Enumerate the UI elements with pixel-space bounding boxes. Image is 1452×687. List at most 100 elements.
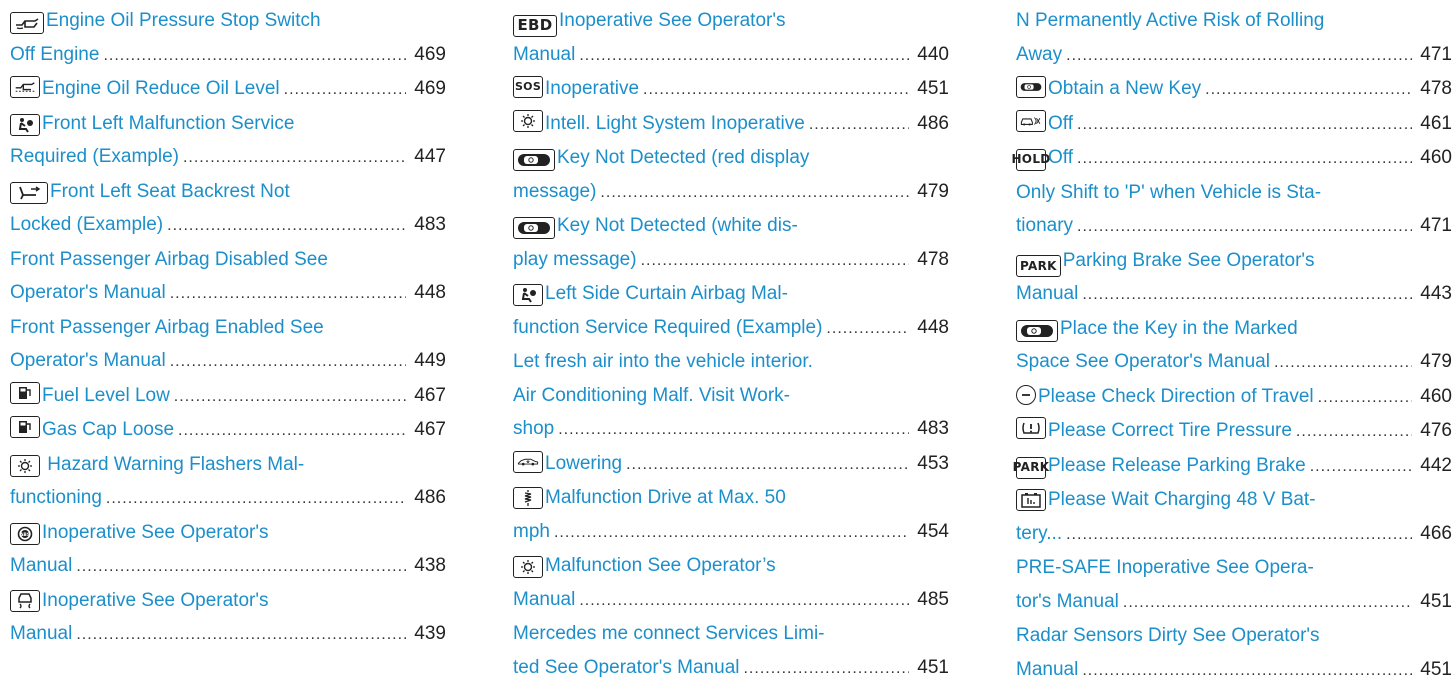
page-number[interactable]: 442 bbox=[1418, 449, 1452, 483]
page-number[interactable]: 451 bbox=[1418, 653, 1452, 687]
index-entry[interactable]: Only Shift to 'P' when Vehicle is Sta-ti… bbox=[1016, 176, 1452, 244]
entry-label: Front Passenger Airbag Enabled See bbox=[10, 316, 324, 338]
fuel-pump-icon bbox=[10, 416, 40, 438]
index-entry[interactable]: SOSInoperative 451 bbox=[513, 72, 949, 107]
page-number[interactable]: 454 bbox=[915, 515, 949, 549]
page-number[interactable]: 478 bbox=[915, 243, 949, 277]
index-entry[interactable]: Please Check Direction of Travel 460 bbox=[1016, 380, 1452, 415]
index-entry[interactable]: Please Wait Charging 48 V Bat-tery... 466 bbox=[1016, 483, 1452, 551]
page-number[interactable]: 451 bbox=[1418, 585, 1452, 619]
index-entry[interactable]: Gas Cap Loose 467 bbox=[10, 413, 446, 448]
index-entry[interactable]: Hazard Warning Flashers Mal-functioning 4… bbox=[10, 448, 446, 516]
index-entry[interactable]: Front Left Seat Backrest Not Locked (Exam… bbox=[10, 175, 446, 243]
lowering-car-icon bbox=[513, 450, 543, 473]
page-number[interactable]: 447 bbox=[412, 140, 446, 174]
index-entry[interactable]: EBDInoperative See Operator's Manual 440 bbox=[513, 4, 949, 72]
entry-label: Front Left Malfunction Service bbox=[42, 112, 295, 134]
page-number[interactable]: 467 bbox=[412, 379, 446, 413]
index-entry[interactable]: Lowering 453 bbox=[513, 447, 949, 482]
page-number[interactable]: 476 bbox=[1418, 414, 1452, 448]
entry-label: Malfunction See Operator’s bbox=[545, 555, 776, 576]
airbag-icon bbox=[10, 113, 40, 136]
page-number[interactable]: 483 bbox=[915, 412, 949, 446]
index-entry[interactable]: Engine Oil Pressure Stop Switch Off Engin… bbox=[10, 4, 446, 72]
page-number[interactable]: 469 bbox=[412, 38, 446, 72]
index-entry[interactable]: Front Passenger Airbag Disabled See Opera… bbox=[10, 243, 446, 311]
dot-leader bbox=[643, 73, 909, 107]
light-bulb-icon bbox=[10, 454, 40, 477]
index-entry[interactable]: Key Not Detected (white dis-play message… bbox=[513, 209, 949, 277]
entry-label: Off bbox=[1048, 112, 1073, 134]
dot-leader bbox=[1082, 654, 1412, 687]
index-column-1: Engine Oil Pressure Stop Switch Off Engin… bbox=[10, 4, 446, 652]
index-entry[interactable]: Key Not Detected (red display message) 479 bbox=[513, 141, 949, 209]
page-number[interactable]: 451 bbox=[915, 651, 949, 685]
entry-label: Required (Example) bbox=[10, 146, 179, 167]
key-icon bbox=[513, 217, 555, 239]
entry-label: Obtain a New Key bbox=[1048, 78, 1202, 99]
page-number[interactable]: 448 bbox=[915, 311, 949, 345]
page-number[interactable]: 461 bbox=[1418, 107, 1452, 141]
entry-label: Key Not Detected (red display bbox=[557, 147, 810, 168]
index-entry[interactable]: Mercedes me connect Services Limi-ted Se… bbox=[513, 617, 949, 685]
page-number[interactable]: 467 bbox=[412, 413, 446, 447]
page-number[interactable]: 478 bbox=[1418, 72, 1452, 106]
index-entry[interactable]: Please Correct Tire Pressure 476 bbox=[1016, 414, 1452, 449]
index-entry[interactable]: PARKParking Brake See Operator's Manual 44… bbox=[1016, 244, 1452, 312]
page-number[interactable]: 451 bbox=[915, 72, 949, 106]
page-number[interactable]: 471 bbox=[1418, 209, 1452, 243]
page-number[interactable]: 460 bbox=[1418, 141, 1452, 175]
entry-label: Front Left Seat Backrest Not bbox=[50, 180, 290, 202]
entry-label: Front Passenger Airbag Disabled See bbox=[10, 248, 328, 270]
index-entry[interactable]: Front Left Malfunction Service Required (… bbox=[10, 107, 446, 175]
svg-text:ABS: ABS bbox=[20, 532, 30, 538]
index-entry[interactable]: ABS Inoperative See Operator's Manual 438 bbox=[10, 516, 446, 584]
dot-leader bbox=[826, 312, 909, 346]
dot-leader bbox=[1318, 381, 1412, 415]
index-entry[interactable]: Left Side Curtain Airbag Mal-function Se… bbox=[513, 277, 949, 345]
page-number[interactable]: 479 bbox=[1418, 345, 1452, 379]
index-entry[interactable]: Radar Sensors Dirty See Operator's Manual… bbox=[1016, 619, 1452, 687]
dot-leader bbox=[1077, 108, 1412, 142]
index-entry[interactable]: Off 461 bbox=[1016, 107, 1452, 142]
dot-leader bbox=[554, 516, 909, 550]
page-number[interactable]: 440 bbox=[915, 38, 949, 72]
car-off-icon bbox=[1016, 109, 1046, 132]
index-entry[interactable]: PARKPlease Release Parking Brake 442 bbox=[1013, 449, 1452, 484]
page-number[interactable]: 485 bbox=[915, 583, 949, 617]
index-entry[interactable]: Intell. Light System Inoperative 486 bbox=[513, 107, 949, 142]
light-bulb-icon bbox=[513, 556, 543, 578]
page-number[interactable]: 479 bbox=[915, 175, 949, 209]
index-entry[interactable]: N Permanently Active Risk of Rolling Away… bbox=[1016, 4, 1452, 72]
index-entry[interactable]: HOLDOff 460 bbox=[1011, 141, 1452, 176]
index-entry[interactable]: Malfunction See Operator’s Manual 485 bbox=[513, 549, 949, 617]
index-entry[interactable]: Fuel Level Low 467 bbox=[10, 379, 446, 414]
page-number[interactable]: 483 bbox=[412, 208, 446, 242]
page-number[interactable]: 460 bbox=[1418, 380, 1452, 414]
index-entry[interactable]: Malfunction Drive at Max. 50 mph 454 bbox=[513, 481, 949, 549]
page-number[interactable]: 443 bbox=[1418, 277, 1452, 311]
index-entry[interactable]: Let fresh air into the vehicle interior.… bbox=[513, 345, 949, 447]
index-entry[interactable]: Place the Key in the Marked Space See Ope… bbox=[1016, 312, 1452, 380]
index-entry[interactable]: PRE-SAFE Inoperative See Opera-tor's Man… bbox=[1016, 551, 1452, 619]
oil-pressure-icon bbox=[10, 12, 44, 34]
page-number[interactable]: 466 bbox=[1418, 517, 1452, 551]
page-number[interactable]: 449 bbox=[412, 344, 446, 378]
entry-label: Fuel Level Low bbox=[42, 384, 170, 406]
page-number[interactable]: 453 bbox=[915, 447, 949, 481]
page-number[interactable]: 439 bbox=[412, 617, 446, 651]
page-number[interactable]: 448 bbox=[412, 276, 446, 310]
page-number[interactable]: 469 bbox=[412, 72, 446, 106]
key-icon bbox=[513, 149, 555, 171]
index-entry[interactable]: Inoperative See Operator's Manual 439 bbox=[10, 584, 446, 652]
page-number[interactable]: 486 bbox=[915, 107, 949, 141]
entry-label: Please Wait Charging 48 V Bat- bbox=[1048, 489, 1316, 511]
page-number[interactable]: 486 bbox=[412, 481, 446, 515]
entry-label: function Service Required (Example) bbox=[513, 316, 823, 338]
index-entry[interactable]: Front Passenger Airbag Enabled See Operat… bbox=[10, 311, 446, 379]
entry-label: tor's Manual bbox=[1016, 590, 1119, 612]
index-entry[interactable]: Obtain a New Key 478 bbox=[1016, 72, 1452, 107]
page-number[interactable]: 438 bbox=[412, 549, 446, 583]
index-entry[interactable]: Engine Oil Reduce Oil Level 469 bbox=[10, 72, 446, 107]
page-number[interactable]: 471 bbox=[1418, 38, 1452, 72]
